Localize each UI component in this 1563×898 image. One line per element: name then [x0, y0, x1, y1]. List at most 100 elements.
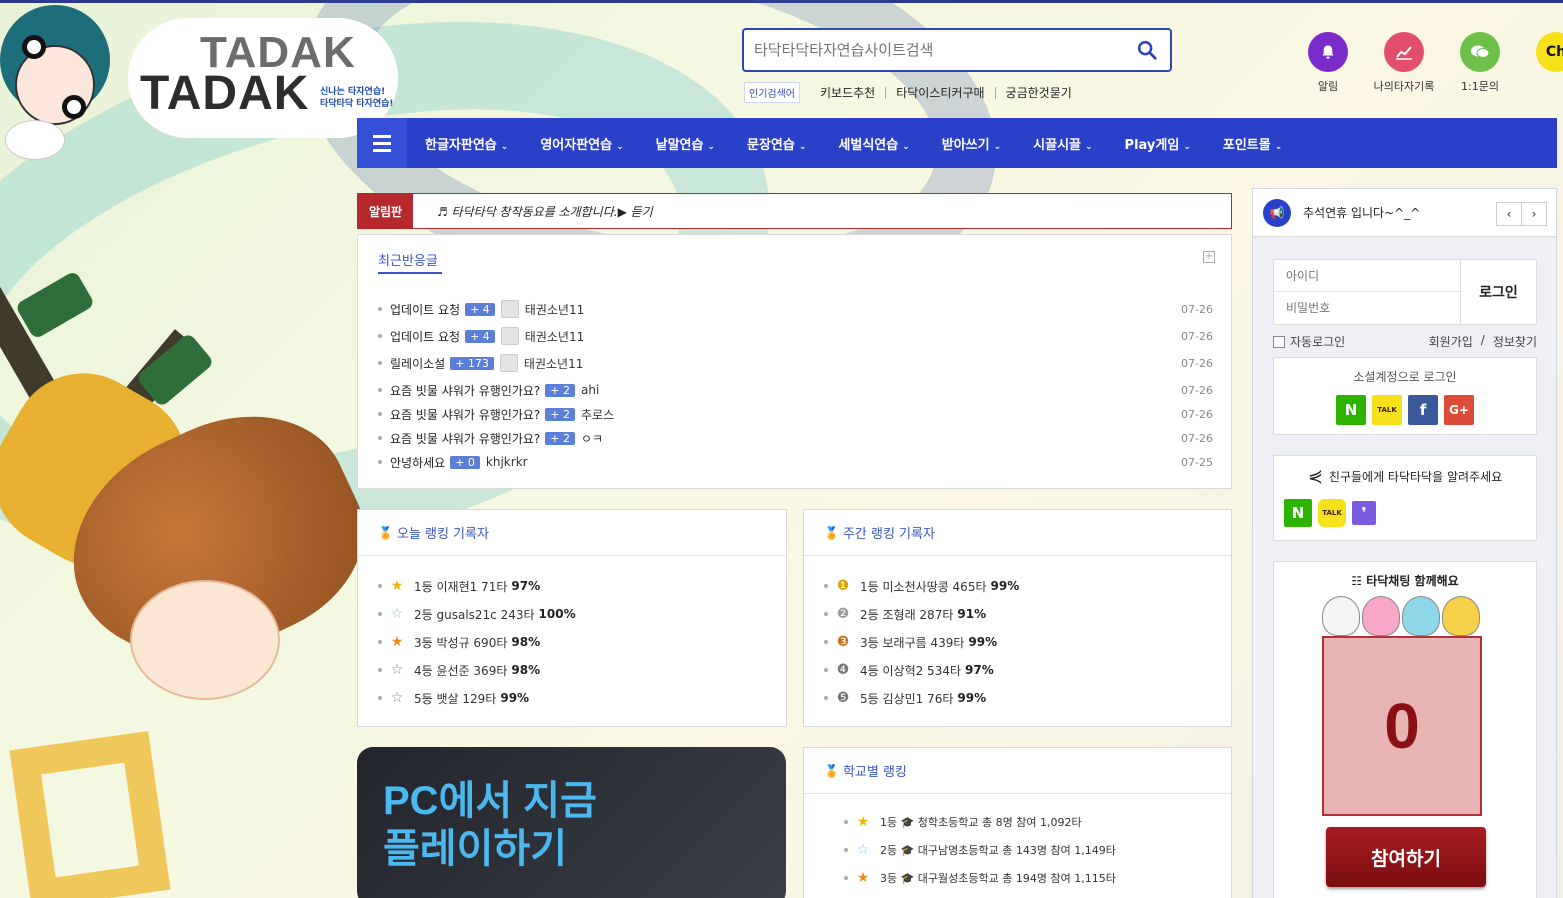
megaphone-icon: 📢 [1263, 198, 1291, 227]
pc-play-banner[interactable]: PC에서 지금 플레이하기 [357, 747, 786, 898]
ranking-row[interactable]: ★ 1등 이재현1 71타 97% [378, 574, 540, 598]
ranking-row[interactable]: ❺ 5등 김상민1 76타 99% [824, 686, 986, 710]
notice-bar: 알림판 ♬ 타닥타닥 창작동요를 소개합니다.▶ 듣기 [357, 193, 1232, 229]
share-box: ⋞ 친구들에게 타닥타닥을 알려주세요 N TALK ❜ [1273, 455, 1537, 541]
site-logo[interactable]: TADAK TADAK 신나는 타자연습! 타닥타닥 타자연습! [0, 0, 400, 160]
nav-item[interactable]: 한글자판연습 ⌄ [409, 134, 524, 153]
expand-icon[interactable]: + [1203, 251, 1215, 263]
nav-item[interactable]: 문장연습 ⌄ [731, 134, 822, 153]
post-title[interactable]: 요즘 빗물 샤워가 유행인가요? [390, 430, 540, 447]
nav-item[interactable]: 받아쓰기 ⌄ [926, 134, 1017, 153]
ranking-row[interactable]: ❸ 3등 보래구름 439타 99% [824, 630, 997, 654]
weekly-ranking-panel: 🏅 주간 랭킹 기록자 ❶ 1등 미소천사땅콩 465타 99% ❷ 2등 조형래… [803, 509, 1232, 727]
rank-text: 1등 미소천사땅콩 465타 [860, 579, 987, 594]
recent-post-row[interactable]: 요즘 빗물 샤워가 유행인가요? + 2 ㅇㅋ 07-26 [378, 428, 1213, 448]
panel-title[interactable]: 최근반응글 [358, 235, 1231, 283]
ranking-row[interactable]: ☆ 5등 뱃살 129타 99% [378, 686, 529, 710]
kakao-channel-button[interactable]: Ch [1518, 32, 1563, 94]
notice-text[interactable]: ♬ 타닥타닥 창작동요를 소개합니다.▶ 듣기 [437, 203, 653, 220]
facebook-login-icon[interactable]: f [1408, 395, 1438, 425]
rank-text: 4등 이상혁2 534타 [860, 663, 962, 678]
my-record-button[interactable]: 나의타자기록 [1366, 32, 1442, 94]
nav-item[interactable]: 시끌시끌 ⌄ [1017, 134, 1108, 153]
join-chat-button[interactable]: 참여하기 [1326, 827, 1486, 887]
side-notice: 📢 추석연휴 입니다~^_^ ‹ › [1253, 189, 1556, 237]
medal-icon: 🏅 [378, 525, 393, 540]
silver-star-icon: ☆ [390, 606, 404, 622]
keyword-link[interactable]: 궁금한것묻기 [996, 87, 1082, 99]
bullet [378, 307, 382, 311]
search-icon[interactable] [1136, 39, 1158, 61]
school-ranking-row[interactable]: ★ 1등 🎓 청학초등학교 총 8명 참여 1,092타 [844, 810, 1082, 834]
recent-post-row[interactable]: 요즘 빗물 샤워가 유행인가요? + 2 ahi 07-26 [378, 380, 1213, 400]
recent-post-row[interactable]: 릴레이소설 + 173 태권소년11 07-26 [378, 353, 1213, 373]
next-arrow-icon[interactable]: › [1521, 202, 1547, 226]
bullet [844, 820, 848, 824]
search-box [742, 28, 1172, 72]
post-title[interactable]: 업데이트 요청 [390, 301, 460, 318]
school-ranking-row[interactable]: ☆ 2등 🎓 대구남명초등학교 총 143명 참여 1,149타 [844, 838, 1116, 862]
post-title[interactable]: 요즘 빗물 샤워가 유행인가요? [390, 382, 540, 399]
recent-post-row[interactable]: 업데이트 요청 + 4 태권소년11 07-26 [378, 326, 1213, 346]
kakao-share-icon[interactable]: TALK [1318, 499, 1346, 527]
login-button[interactable]: 로그인 [1460, 260, 1536, 324]
bullet [378, 334, 382, 338]
naver-login-icon[interactable]: N [1336, 395, 1366, 425]
author-name: 태권소년11 [524, 302, 585, 317]
reply-count-badge: + 173 [450, 356, 494, 370]
hamburger-menu-icon[interactable] [357, 118, 407, 168]
nav-item[interactable]: 세벌식연습 ⌄ [822, 134, 925, 153]
auto-login-checkbox[interactable] [1273, 335, 1285, 348]
post-title[interactable]: 업데이트 요청 [390, 328, 460, 345]
ranking-row[interactable]: ❶ 1등 미소천사땅콩 465타 99% [824, 574, 1019, 598]
post-title[interactable]: 릴레이소설 [390, 355, 445, 372]
google-login-icon[interactable]: G+ [1444, 395, 1474, 425]
author-name: khjkrkr [485, 455, 528, 469]
inquiry-button[interactable]: 1:1문의 [1442, 32, 1518, 94]
reply-count-badge: + 2 [545, 407, 576, 421]
post-date: 07-25 [1181, 455, 1213, 469]
recent-post-row[interactable]: 요즘 빗물 샤워가 유행인가요? + 2 추로스 07-26 [378, 404, 1213, 424]
alert-button[interactable]: 알림 [1290, 32, 1366, 94]
reply-count-badge: + 2 [545, 431, 576, 445]
story-share-icon[interactable]: ❜ [1352, 501, 1376, 525]
post-title[interactable]: 요즘 빗물 샤워가 유행인가요? [390, 406, 540, 423]
silver-medal-icon: ❷ [836, 606, 850, 622]
password-input[interactable] [1274, 292, 1461, 324]
ranking-row[interactable]: ☆ 4등 윤선준 369타 98% [378, 658, 540, 682]
keyword-link[interactable]: 키보드추천 [810, 86, 887, 99]
ranking-row[interactable]: ★ 3등 박성규 690타 98% [378, 630, 540, 654]
nav-item[interactable]: 낱말연습 ⌄ [640, 134, 731, 153]
today-ranking-panel: 🏅 오늘 랭킹 기록자 ★ 1등 이재현1 71타 97% ☆ 2등 gusals… [357, 509, 787, 727]
side-notice-text[interactable]: 추석연휴 입니다~^_^ [1303, 204, 1420, 221]
post-title[interactable]: 안녕하세요 [390, 454, 445, 471]
recent-post-row[interactable]: 안녕하세요 + 0 khjkrkr 07-25 [378, 452, 1213, 472]
naver-share-icon[interactable]: N [1284, 499, 1312, 527]
find-info-link[interactable]: 정보찾기 [1493, 333, 1537, 350]
prev-arrow-icon[interactable]: ‹ [1496, 202, 1522, 226]
bullet [378, 640, 382, 644]
recent-post-row[interactable]: 업데이트 요청 + 4 태권소년11 07-26 [378, 299, 1213, 319]
keyword-link[interactable]: 타닥이스티커구매 [886, 86, 996, 99]
nav-item[interactable]: 영어자판연습 ⌄ [524, 134, 639, 153]
school-ranking-row[interactable]: ★ 3등 🎓 대구월성초등학교 총 194명 참여 1,115타 [844, 866, 1116, 890]
signup-link[interactable]: 회원가입 [1429, 333, 1473, 350]
main-nav: 한글자판연습 ⌄ 영어자판연습 ⌄ 낱말연습 ⌄ 문장연습 ⌄ 세벌식연습 ⌄ 받아쓰기 ⌄… [357, 118, 1557, 168]
kakao-login-icon[interactable]: TALK [1372, 395, 1402, 425]
ranking-row[interactable]: ☆ 2등 gusals21c 243타 100% [378, 602, 576, 626]
rank-text: 2등 조형래 287타 [860, 607, 954, 622]
top-icon-bar: 알림 나의타자기록 1:1문의 Ch [1290, 32, 1563, 94]
bullet [378, 668, 382, 672]
author-name: ahi [581, 383, 600, 397]
nav-item[interactable]: Play게임 ⌄ [1109, 134, 1207, 153]
search-input[interactable] [754, 30, 1124, 70]
ranking-row[interactable]: ❹ 4등 이상혁2 534타 97% [824, 658, 994, 682]
nav-item[interactable]: 포인트몰 ⌄ [1207, 134, 1298, 153]
bullet [378, 696, 382, 700]
ranking-row[interactable]: ❷ 2등 조형래 287타 91% [824, 602, 986, 626]
login-options: 자동로그인 회원가입 / 정보찾기 [1273, 333, 1537, 350]
author-name: 추로스 [581, 407, 615, 422]
author-name: ㅇㅋ [581, 431, 604, 446]
id-input[interactable] [1274, 260, 1461, 292]
accuracy-percent: 99% [500, 691, 530, 705]
